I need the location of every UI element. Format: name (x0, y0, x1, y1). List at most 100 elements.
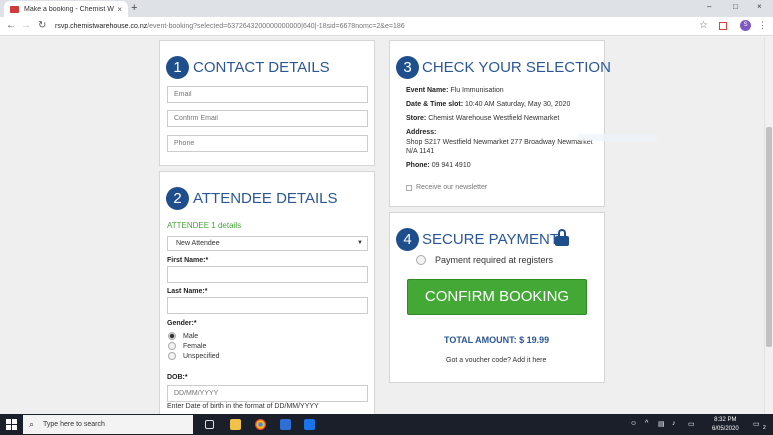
address-line-2: N/A 1141 (406, 148, 435, 155)
step-4-badge: 4 (396, 228, 419, 251)
phone-field[interactable] (167, 135, 368, 152)
tray-overflow-icon[interactable]: ^ (645, 420, 648, 427)
task-view-icon[interactable] (205, 420, 214, 429)
chemist-warehouse-favicon-icon (10, 5, 19, 13)
booking-page: 1 CONTACT DETAILS 2 ATTENDEE DETAILS ATT… (0, 37, 764, 414)
url-path: /event-booking?selected=6372643200000000… (147, 23, 405, 30)
step-3-badge: 3 (396, 56, 419, 79)
maximize-window-button[interactable]: □ (733, 2, 738, 11)
taskbar-search-input[interactable]: ⌕ Type here to search (23, 415, 193, 434)
chrome-icon[interactable] (255, 419, 266, 430)
phone-row: Phone: 09 941 4910 (406, 162, 471, 169)
payment-option-label: Payment required at registers (435, 255, 554, 265)
attendee-subtitle: ATTENDEE 1 details (167, 221, 242, 230)
gender-option-label: Female (183, 342, 207, 350)
newsletter-checkbox[interactable]: Receive our newsletter (406, 184, 487, 191)
first-name-field[interactable] (167, 266, 368, 283)
chevron-down-icon: ▼ (357, 240, 363, 246)
attendee-select[interactable]: New Attendee ▼ (167, 236, 368, 251)
last-name-label: Last Name:* (167, 288, 208, 295)
phone-label: Phone: (406, 162, 430, 169)
attendee-select-value: New Attendee (176, 240, 220, 247)
datetime-label: Date & Time slot: (406, 101, 464, 108)
tab-title: Make a booking - Chemist Ware (24, 5, 115, 13)
gender-option-male[interactable]: Male (168, 332, 198, 340)
store-row: Store: Chemist Warehouse Westfield Newma… (406, 115, 559, 122)
profile-avatar[interactable]: S (740, 20, 751, 31)
last-name-field[interactable] (167, 297, 368, 314)
first-name-label: First Name:* (167, 257, 209, 264)
bookmark-star-icon[interactable]: ☆ (699, 20, 708, 31)
new-tab-button[interactable]: + (131, 2, 137, 14)
volume-icon[interactable]: ♪ (672, 420, 676, 427)
browser-toolbar: ← → ↻ rsvp.chemistwarehouse.co.nz/event-… (0, 17, 773, 36)
phone-value: 09 941 4910 (431, 162, 471, 169)
browser-menu-icon[interactable]: ⋮ (758, 20, 767, 31)
people-icon[interactable]: ☺ (630, 420, 637, 427)
voucher-link[interactable]: Got a voucher code? Add it here (446, 357, 546, 364)
close-window-button[interactable]: × (757, 2, 762, 11)
forward-arrow-icon[interactable]: → (21, 20, 31, 31)
step-2-badge: 2 (166, 187, 189, 210)
browser-tab[interactable]: Make a booking - Chemist Ware × (4, 1, 128, 17)
selection-title: CHECK YOUR SELECTION (422, 59, 611, 76)
back-arrow-icon[interactable]: ← (6, 20, 16, 31)
email-field[interactable] (167, 86, 368, 103)
radio-icon (416, 255, 426, 265)
total-amount: TOTAL AMOUNT: $ 19.99 (444, 335, 550, 345)
tab-close-icon[interactable]: × (117, 5, 122, 14)
scrollbar-thumb[interactable] (766, 127, 772, 347)
datetime-value: 10:40 AM Saturday, May 30, 2020 (465, 101, 571, 108)
notification-center-icon[interactable]: ▭ (753, 420, 760, 428)
windows-taskbar: ⌕ Type here to search ☺ ^ ▤ ♪ ▭ 8:32 PM … (0, 414, 773, 435)
file-explorer-icon[interactable] (230, 419, 241, 430)
store-label: Store: (406, 115, 427, 122)
radio-icon (168, 352, 176, 360)
gender-option-unspecified[interactable]: Unspecified (168, 352, 220, 360)
confirm-email-field[interactable] (167, 110, 368, 127)
clock-time: 8:32 PM (714, 417, 737, 423)
minimize-window-button[interactable]: – (707, 2, 711, 11)
store-value: Chemist Warehouse Westfield Newmarket (428, 115, 560, 122)
page-scrollbar[interactable] (764, 37, 773, 414)
event-name-label: Event Name: (406, 87, 449, 94)
taskbar-clock[interactable]: 8:32 PM 6/05/2020 (712, 416, 739, 434)
gender-option-label: Male (183, 332, 199, 340)
taskbar-search-placeholder: Type here to search (43, 421, 105, 428)
payment-option-registers[interactable]: Payment required at registers (416, 255, 553, 265)
step-1-badge: 1 (166, 56, 189, 79)
address-line-1: Shop S217 Westfield Newmarket 277 Broadw… (406, 139, 593, 146)
search-icon: ⌕ (29, 419, 35, 429)
attendee-details-title: ATTENDEE DETAILS (193, 190, 338, 207)
dob-label: DOB:* (167, 374, 188, 381)
payment-title: SECURE PAYMENT (422, 231, 559, 248)
contact-details-title: CONTACT DETAILS (193, 59, 330, 76)
mail-icon[interactable] (304, 419, 315, 430)
browser-tab-strip: Make a booking - Chemist Ware × + – □ × (0, 0, 773, 17)
dob-field[interactable] (167, 385, 368, 402)
gender-label: Gender:* (167, 320, 197, 327)
faded-overlay-text (578, 134, 658, 141)
reload-icon[interactable]: ↻ (38, 20, 46, 31)
network-icon[interactable]: ▤ (658, 420, 665, 428)
event-name-row: Event Name: Flu Immunisation (406, 87, 504, 94)
notification-count: 2 (763, 425, 766, 431)
checkbox-icon (406, 184, 412, 191)
dob-hint: Enter Date of birth in the format of DD/… (167, 403, 319, 410)
gender-option-label: Unspecified (183, 352, 220, 360)
event-name-value: Flu Immunisation (450, 87, 504, 94)
newsletter-label: Receive our newsletter (416, 184, 488, 191)
keyboard-icon[interactable]: ▭ (688, 420, 695, 428)
gender-option-female[interactable]: Female (168, 342, 206, 350)
datetime-row: Date & Time slot: 10:40 AM Saturday, May… (406, 101, 570, 108)
address-bar[interactable]: rsvp.chemistwarehouse.co.nz/event-bookin… (55, 20, 719, 33)
confirm-booking-button[interactable]: CONFIRM BOOKING (407, 279, 587, 315)
address-label: Address: (406, 129, 437, 136)
windows-start-icon[interactable] (6, 419, 17, 430)
url-host: rsvp.chemistwarehouse.co.nz (55, 23, 148, 30)
lock-icon (555, 229, 569, 246)
radio-checked-icon (168, 332, 176, 340)
extension-icon[interactable] (719, 22, 727, 30)
clock-date: 6/05/2020 (712, 426, 739, 432)
store-icon[interactable] (280, 419, 291, 430)
